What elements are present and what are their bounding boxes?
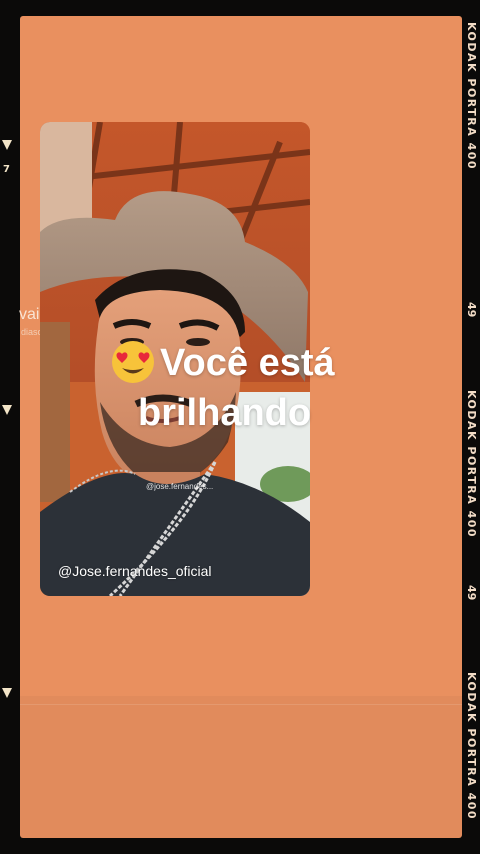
heart-eyes-emoji-icon [112, 341, 154, 383]
film-brand-label: KODAK PORTRA 400 [465, 390, 478, 539]
film-frame-number: 49 [465, 302, 478, 318]
caption-line-2: brilhando [138, 392, 312, 434]
film-arrow-marker [2, 405, 12, 415]
film-arrow-marker [2, 140, 12, 150]
ghost-text: vai [19, 306, 40, 323]
film-frame-number: 49 [465, 585, 478, 601]
caption-text: Você está brilhando [110, 338, 410, 438]
film-frame-number-left: 7 [3, 164, 10, 175]
inner-watermark: @jose.fernandes... [146, 482, 214, 491]
film-arrow-marker [2, 688, 12, 698]
film-brand-label: KODAK PORTRA 400 [465, 22, 478, 171]
caption-line-1: Você está [160, 342, 335, 384]
creator-handle: @Jose.fernandes_oficial [58, 563, 212, 579]
film-brand-label: KODAK PORTRA 400 [465, 672, 478, 821]
